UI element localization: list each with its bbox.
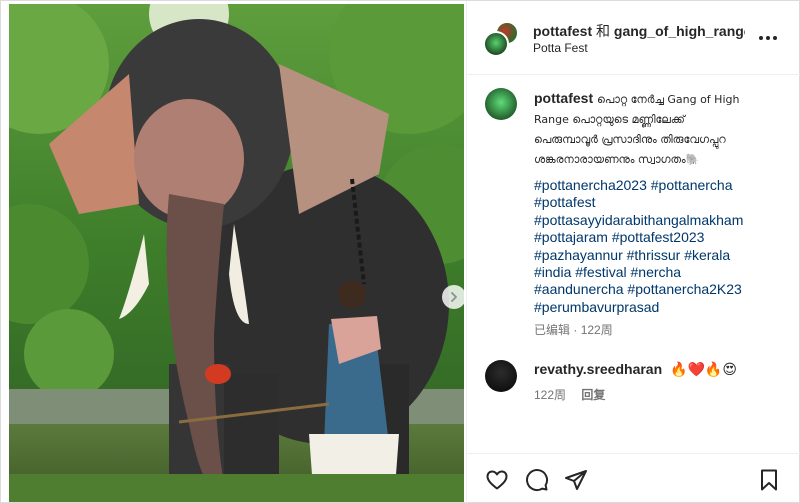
like-button[interactable] (485, 468, 509, 492)
post-header: pottafest 和 gang_of_high_range Potta Fes… (467, 1, 800, 75)
caption-hashtags: #pottanercha2023 #pottanercha #pottafest… (534, 177, 794, 316)
chevron-right-icon (451, 292, 457, 302)
avatar (483, 31, 509, 57)
caption-text: പൊറ്റ നേർച്ച Gang of High (597, 93, 740, 106)
caption-text: പെരുമ്പാവൂർ പ്രസാദിനും തിരുവേഗപ്പുറ (534, 133, 726, 146)
hashtag-line[interactable]: #perumbavurprasad (534, 299, 794, 316)
more-options-button[interactable] (757, 27, 779, 49)
hashtag-line[interactable]: #pottajaram #pottafest2023 (534, 229, 794, 246)
comment-username[interactable]: revathy.sreedharan (534, 361, 662, 377)
share-icon (565, 470, 587, 490)
comment-age[interactable]: 122周 (534, 388, 566, 402)
collab-avatars[interactable] (483, 21, 519, 57)
share-button[interactable] (564, 468, 588, 492)
caption-text: ശങ്കരനാരായണനും സ്വാഗതം🐘 (534, 153, 700, 166)
more-horizontal-icon (759, 36, 763, 40)
more-horizontal-icon (773, 36, 777, 40)
hashtag-line[interactable]: #pottafest (534, 194, 794, 211)
post-location[interactable]: Potta Fest (533, 41, 588, 55)
hashtag-line[interactable]: #aandunercha #pottanercha2K23 (534, 281, 794, 298)
heart-icon (486, 470, 508, 490)
author-username[interactable]: pottafest (533, 23, 592, 39)
more-horizontal-icon (766, 36, 770, 40)
bookmark-icon (761, 469, 777, 491)
caption-meta: 已编辑 · 122周 (534, 321, 613, 338)
edited-label: 已编辑 (534, 323, 571, 337)
post-caption: pottafest പൊറ്റ നേർച്ച Gang of High Rang… (534, 89, 786, 170)
elephant-photo-illustration (9, 4, 464, 502)
comment-button[interactable] (525, 468, 549, 492)
instagram-post-dialog: pottafest 和 gang_of_high_range Potta Fes… (0, 0, 800, 503)
caption-age[interactable]: 122周 (581, 323, 613, 337)
hashtag-line[interactable]: #pottanercha2023 #pottanercha (534, 177, 794, 194)
separator: · (573, 323, 581, 337)
collab-conjunction: 和 (596, 23, 611, 39)
hashtag-line[interactable]: #pottasayyidarabithangalmakham (534, 212, 794, 229)
hashtag-line[interactable]: #pazhayannur #thrissur #kerala (534, 247, 794, 264)
comment-icon (526, 469, 549, 492)
comment: revathy.sreedharan 🔥❤️🔥😍 (534, 360, 737, 379)
post-actions-bar (467, 453, 800, 503)
save-button[interactable] (757, 468, 781, 492)
caption-username[interactable]: pottafest (534, 90, 593, 106)
caption-text: Range പൊറ്റയുടെ മണ്ണിലേക്ക് (534, 113, 685, 126)
hashtag-line[interactable]: #india #festival #nercha (534, 264, 794, 281)
comment-text: 🔥❤️🔥😍 (670, 362, 737, 378)
post-side-panel: pottafest 和 gang_of_high_range Potta Fes… (466, 1, 800, 503)
avatar[interactable] (485, 360, 517, 392)
carousel-next-button[interactable] (442, 285, 464, 309)
collaborator-username[interactable]: gang_of_high_range (614, 23, 745, 39)
post-photo (9, 4, 464, 502)
reply-button[interactable]: 回复 (581, 388, 605, 402)
post-author-names: pottafest 和 gang_of_high_range (533, 21, 745, 41)
avatar[interactable] (485, 88, 517, 120)
comment-meta: 122周 回复 (534, 386, 617, 403)
